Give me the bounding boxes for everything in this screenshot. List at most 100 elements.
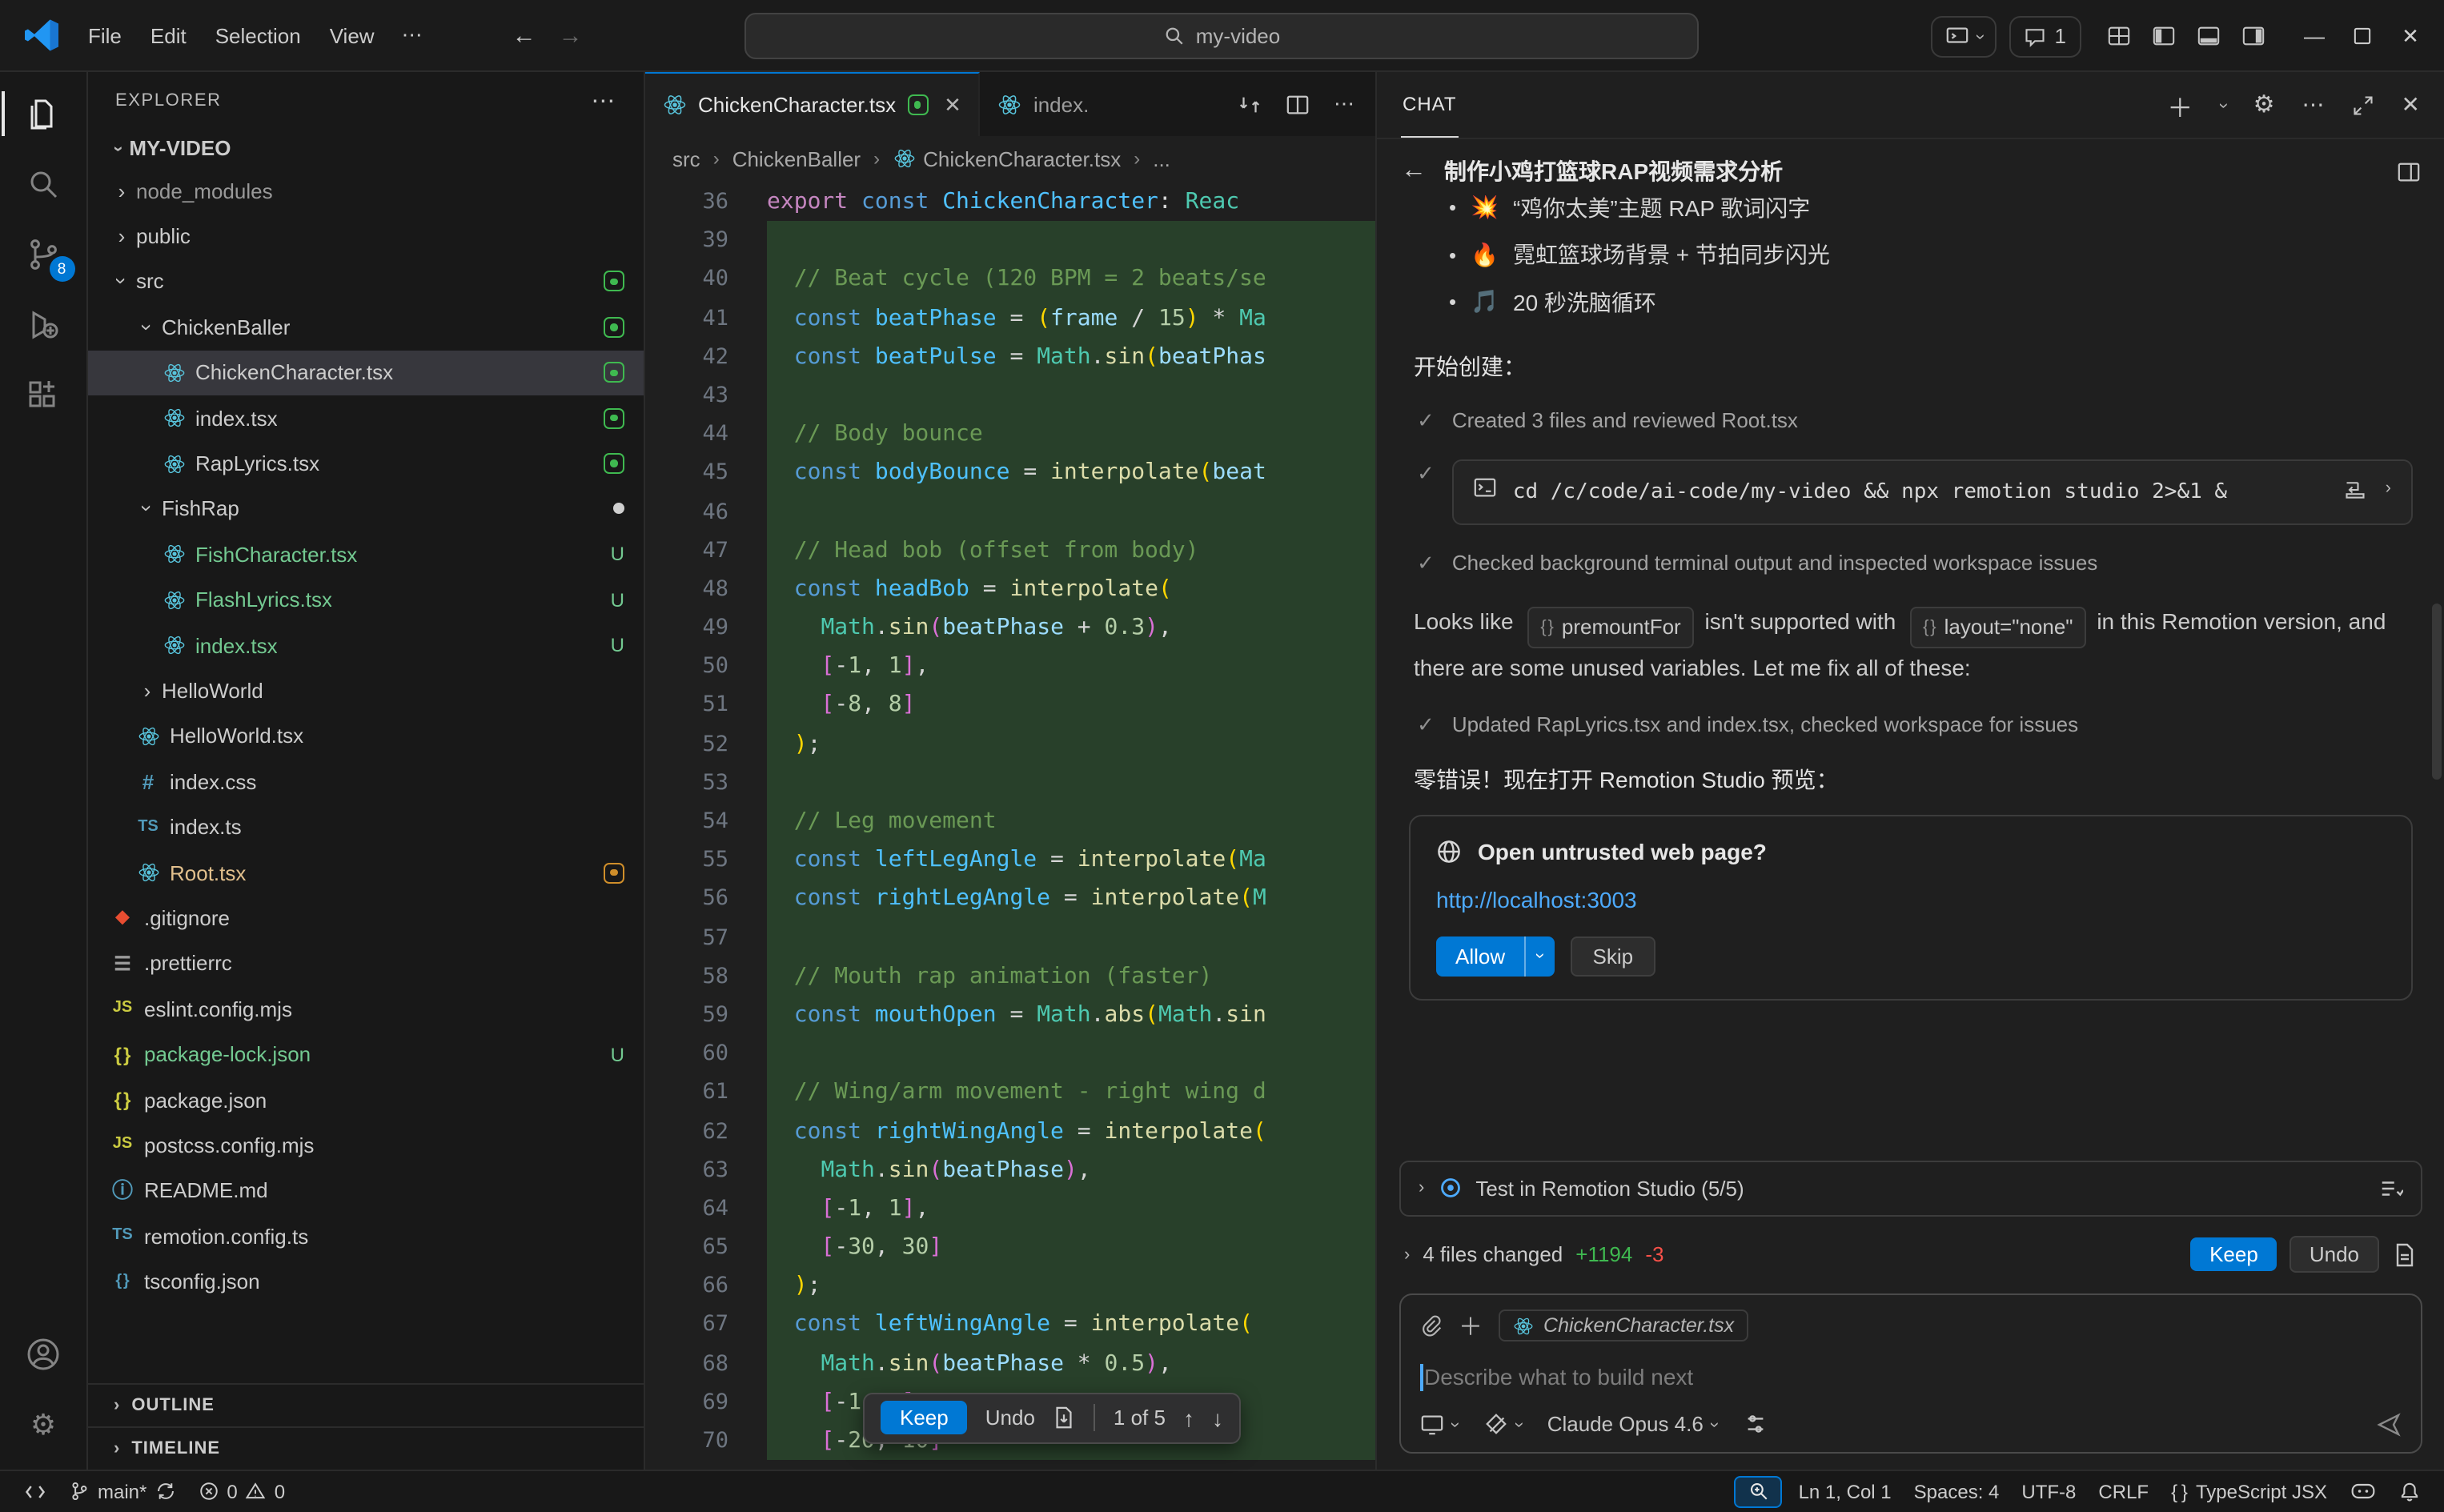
accounts-icon[interactable] bbox=[1, 1318, 86, 1389]
breadcrumb-item-chickencharacter-tsx[interactable]: ChickenCharacter.tsx bbox=[893, 146, 1121, 170]
chat-sessions-button[interactable]: 1 bbox=[2010, 15, 2081, 57]
todo-list-icon[interactable] bbox=[2378, 1176, 2402, 1200]
tools-icon[interactable] bbox=[1743, 1412, 1767, 1436]
back-arrow-icon[interactable]: ← bbox=[512, 22, 536, 49]
new-chat-icon[interactable]: ＋ bbox=[2167, 86, 2193, 124]
keep-change-button[interactable]: Keep bbox=[881, 1401, 968, 1434]
breadcrumb-item-[interactable]: ... bbox=[1153, 146, 1170, 170]
model-picker[interactable]: Claude Opus 4.6 › bbox=[1547, 1412, 1718, 1436]
tree-item-index-css[interactable]: #index.css bbox=[88, 759, 644, 804]
tree-item-root-tsx[interactable]: Root.tsx bbox=[88, 850, 644, 896]
search-view-icon[interactable] bbox=[1, 149, 86, 219]
chat-text-input[interactable]: Describe what to build next bbox=[1420, 1357, 2401, 1397]
git-branch-item[interactable]: main* bbox=[58, 1470, 187, 1512]
chat-tab[interactable]: CHAT bbox=[1401, 72, 1459, 138]
chevron-right-icon[interactable]: › bbox=[2386, 478, 2391, 500]
allow-button[interactable]: Allow › bbox=[1436, 936, 1555, 976]
source-control-view-icon[interactable]: 8 bbox=[1, 219, 86, 290]
toggle-panel-icon[interactable] bbox=[2196, 24, 2220, 48]
workspace-root-row[interactable]: › MY-VIDEO bbox=[88, 128, 644, 168]
open-changes-icon[interactable] bbox=[1238, 92, 1262, 116]
menu-file[interactable]: File bbox=[74, 15, 136, 55]
attach-paperclip-icon[interactable] bbox=[1420, 1314, 1443, 1337]
tree-item-postcss-config-mjs[interactable]: JSpostcss.config.mjs bbox=[88, 1122, 644, 1168]
mode-picker[interactable]: › bbox=[1483, 1412, 1521, 1436]
menu-selection[interactable]: Selection bbox=[201, 15, 315, 55]
test-section-row[interactable]: › Test in Remotion Studio (5/5) bbox=[1399, 1160, 2422, 1216]
undo-all-button[interactable]: Undo bbox=[2290, 1236, 2378, 1273]
tree-item-index-tsx[interactable]: index.tsxU bbox=[88, 623, 644, 668]
chat-more-actions-icon[interactable]: ⋯ bbox=[2302, 91, 2325, 118]
tree-item-node-modules[interactable]: ›node_modules bbox=[88, 168, 644, 214]
tree-item-package-lock-json[interactable]: { }package-lock.jsonU bbox=[88, 1032, 644, 1077]
tree-item-readme-md[interactable]: ⓘREADME.md bbox=[88, 1168, 644, 1213]
run-debug-view-icon[interactable] bbox=[1, 290, 86, 360]
code-chip-premountfor[interactable]: { }premountFor bbox=[1527, 606, 1693, 648]
tree-item-fishcharacter-tsx[interactable]: FishCharacter.tsxU bbox=[88, 531, 644, 577]
target-surface-picker[interactable]: › bbox=[1420, 1412, 1458, 1436]
context-file-chip[interactable]: ChickenCharacter.tsx bbox=[1499, 1309, 1748, 1342]
minimize-button[interactable]: — bbox=[2290, 0, 2338, 72]
skip-button[interactable]: Skip bbox=[1571, 936, 1656, 976]
tree-item-helloworld-tsx[interactable]: HelloWorld.tsx bbox=[88, 713, 644, 759]
tree-item-prettierrc[interactable]: ☰.prettierrc bbox=[88, 940, 644, 986]
settings-gear-icon[interactable]: ⚙ bbox=[1, 1389, 86, 1459]
cursor-position-item[interactable]: Ln 1, Col 1 bbox=[1788, 1470, 1903, 1512]
notifications-bell-icon[interactable] bbox=[2386, 1470, 2431, 1512]
command-center-search[interactable]: my-video bbox=[745, 13, 1700, 59]
explorer-more-actions-icon[interactable]: ⋯ bbox=[591, 86, 616, 114]
copilot-icon[interactable] bbox=[2338, 1470, 2386, 1512]
language-mode-item[interactable]: { } TypeScript JSX bbox=[2160, 1470, 2338, 1512]
menu-overflow-icon[interactable]: ⋯ bbox=[389, 14, 435, 56]
tree-item-flashlyrics-tsx[interactable]: FlashLyrics.tsxU bbox=[88, 577, 644, 623]
eol-item[interactable]: CRLF bbox=[2087, 1470, 2160, 1512]
tab-index[interactable]: index.tsx bbox=[981, 72, 1106, 136]
menu-edit[interactable]: Edit bbox=[136, 15, 201, 55]
view-changes-icon[interactable] bbox=[2391, 1241, 2417, 1267]
toggle-sidebar-right-icon[interactable] bbox=[2241, 24, 2265, 48]
explorer-view-icon[interactable] bbox=[1, 78, 86, 149]
code-chip-layout-none[interactable]: { }layout="none" bbox=[1910, 606, 2085, 648]
insert-into-terminal-icon[interactable] bbox=[2344, 478, 2366, 500]
close-chat-icon[interactable]: ✕ bbox=[2402, 91, 2420, 118]
undo-change-button[interactable]: Undo bbox=[985, 1406, 1035, 1430]
tree-item-helloworld[interactable]: ›HelloWorld bbox=[88, 668, 644, 714]
open-diff-icon[interactable] bbox=[1053, 1406, 1077, 1430]
split-editor-icon[interactable] bbox=[1286, 92, 1310, 116]
tree-item-public[interactable]: ›public bbox=[88, 214, 644, 259]
expand-chat-icon[interactable] bbox=[2352, 94, 2374, 116]
chat-settings-gear-icon[interactable]: ⚙ bbox=[2253, 93, 2275, 117]
previous-change-icon[interactable]: ↑ bbox=[1183, 1405, 1194, 1430]
maximize-button[interactable] bbox=[2338, 0, 2386, 72]
back-arrow-icon[interactable]: ← bbox=[1401, 157, 1427, 186]
tree-item-package-json[interactable]: { }package.json bbox=[88, 1077, 644, 1123]
menu-view[interactable]: View bbox=[315, 15, 389, 55]
next-change-icon[interactable]: ↓ bbox=[1212, 1405, 1223, 1430]
remote-indicator[interactable] bbox=[13, 1470, 58, 1512]
tree-item-gitignore[interactable]: ◆.gitignore bbox=[88, 896, 644, 941]
problems-item[interactable]: 0 0 bbox=[187, 1470, 296, 1512]
tree-item-chickenballer[interactable]: ›ChickenBaller bbox=[88, 304, 644, 350]
more-actions-icon[interactable]: ⋯ bbox=[1334, 91, 1354, 117]
customize-layout-icon[interactable] bbox=[2106, 24, 2130, 48]
chevron-down-icon[interactable]: › bbox=[2213, 102, 2233, 107]
outline-section-header[interactable]: › OUTLINE bbox=[88, 1382, 644, 1426]
localhost-link[interactable]: http://localhost:3003 bbox=[1436, 886, 2385, 912]
send-button[interactable] bbox=[2375, 1411, 2401, 1437]
code-editor[interactable]: 36export const ChickenCharacter: Reac394… bbox=[645, 181, 1375, 1469]
tree-item-tsconfig-json[interactable]: { }tsconfig.json bbox=[88, 1259, 644, 1305]
tree-item-chickencharacter-tsx[interactable]: ChickenCharacter.tsx bbox=[88, 350, 644, 395]
breadcrumb-item-src[interactable]: src bbox=[672, 146, 700, 170]
extensions-view-icon[interactable] bbox=[1, 360, 86, 431]
timeline-section-header[interactable]: › TIMELINE bbox=[88, 1426, 644, 1469]
close-tab-icon[interactable]: ✕ bbox=[944, 92, 961, 118]
files-changed-row[interactable]: › 4 files changed +1194 -3 Keep Undo bbox=[1399, 1230, 2422, 1278]
tab-chickencharacter[interactable]: ChickenCharacter.tsx ✕ bbox=[645, 72, 981, 136]
tree-item-eslint-config-mjs[interactable]: JSeslint.config.mjs bbox=[88, 986, 644, 1032]
allow-dropdown-icon[interactable]: › bbox=[1526, 936, 1554, 976]
forward-arrow-icon[interactable]: → bbox=[559, 22, 583, 49]
add-context-icon[interactable]: ＋ bbox=[1459, 1309, 1483, 1342]
run-task-button[interactable]: › bbox=[1930, 15, 1997, 57]
terminal-command-block[interactable]: cd /c/code/ai-code/my-video && npx remot… bbox=[1452, 459, 2412, 524]
encoding-item[interactable]: UTF-8 bbox=[2010, 1470, 2087, 1512]
